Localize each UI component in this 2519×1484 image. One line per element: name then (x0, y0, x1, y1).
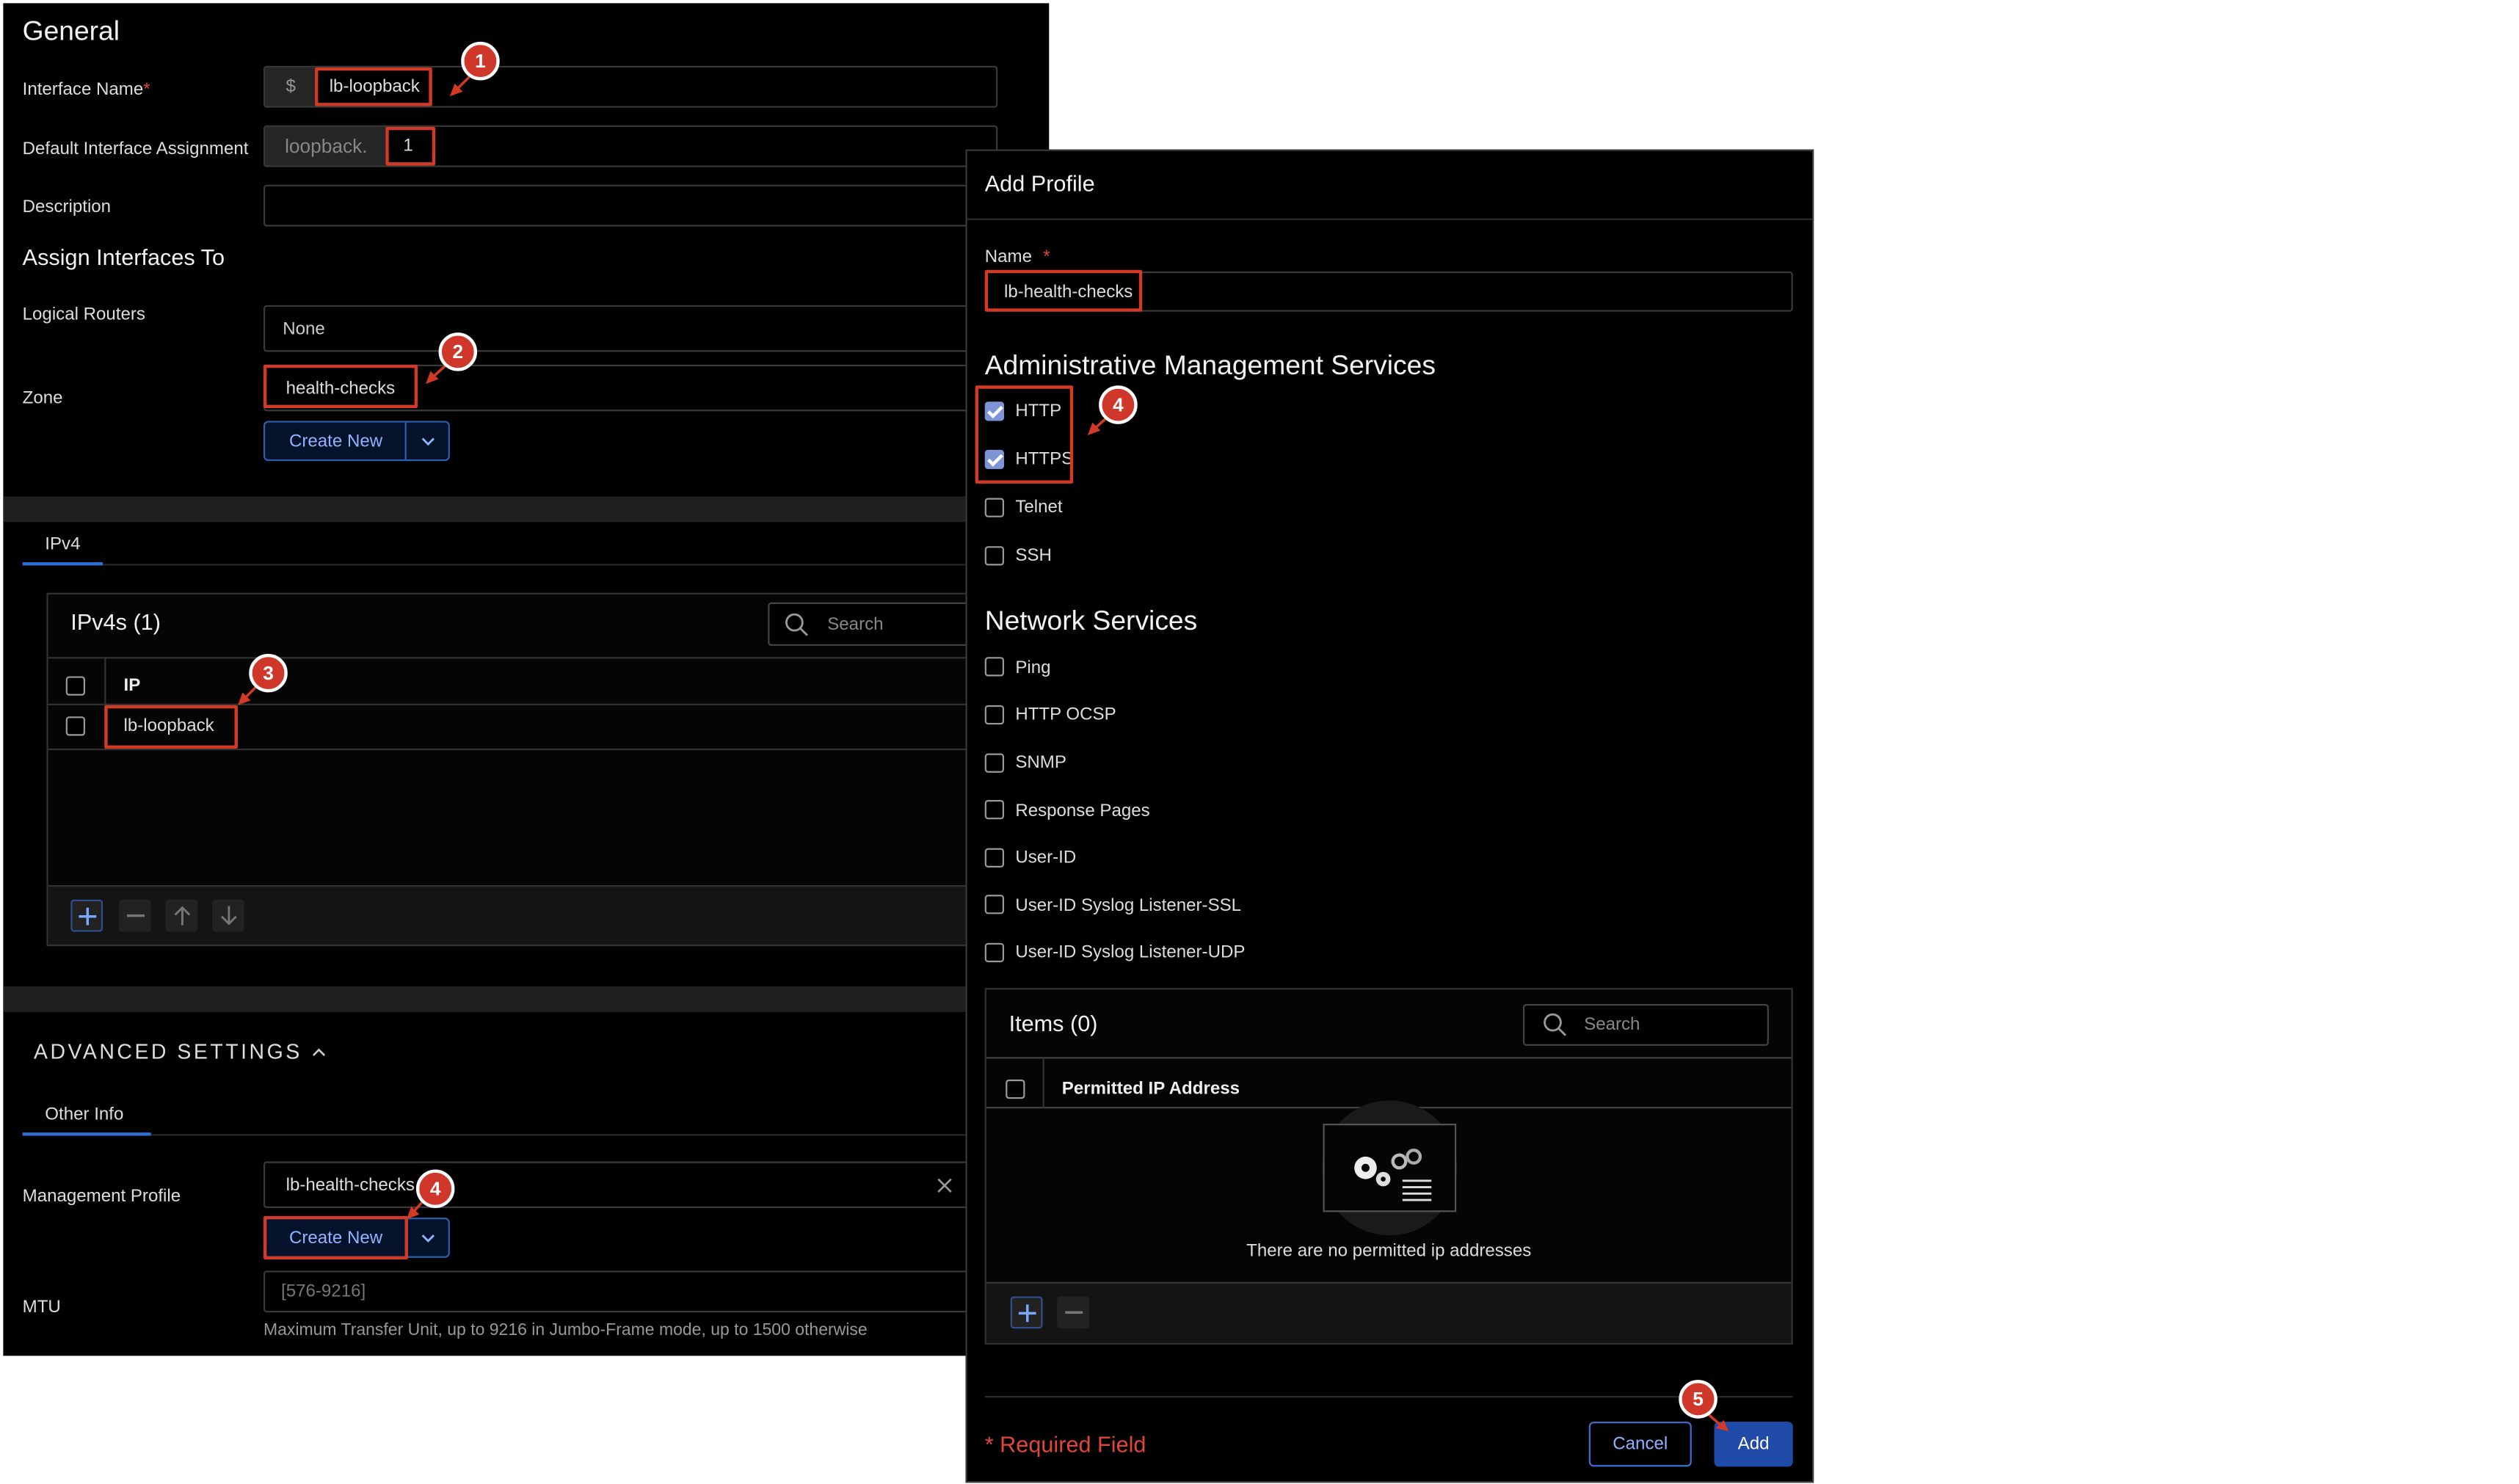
callout-badge-4-left: 4 (415, 1169, 455, 1208)
callout-arrows (237, 76, 1729, 1432)
callout-badge-4-right: 4 (1099, 385, 1138, 424)
callout-badge-2: 2 (438, 332, 478, 371)
callout-badge-5: 5 (1679, 1380, 1717, 1419)
callout-badge-3: 3 (249, 653, 288, 693)
callout-badge-1: 1 (461, 41, 500, 81)
